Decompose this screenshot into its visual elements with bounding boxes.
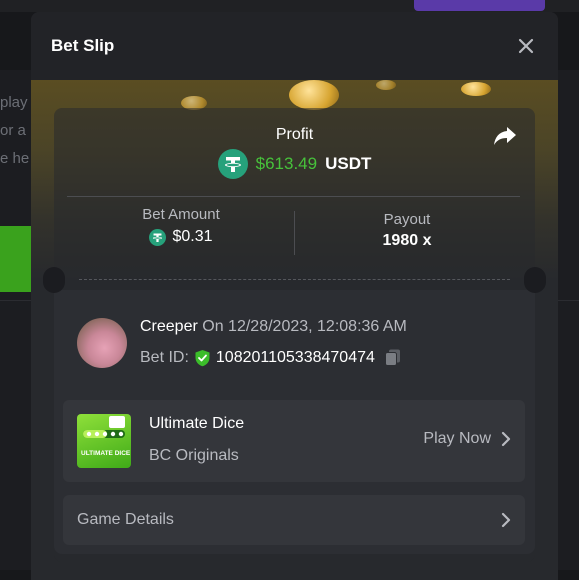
profit-row: $613.49 USDT — [31, 149, 558, 179]
verified-shield-icon — [195, 349, 210, 366]
copy-icon[interactable] — [384, 348, 402, 367]
bet-amount-stat: Bet Amount $0.31 — [91, 206, 271, 246]
bet-id-row: Bet ID: 108201105338470474 — [140, 348, 402, 367]
ticket-dashed-separator — [79, 279, 510, 280]
profit-label: Profit — [275, 126, 314, 143]
share-icon — [494, 127, 516, 145]
ticket-notch-left — [43, 267, 65, 293]
bet-amount-label: Bet Amount — [142, 206, 220, 223]
share-button[interactable] — [493, 125, 519, 147]
payout-value: 1980 x — [382, 232, 432, 249]
tether-icon — [217, 149, 248, 179]
game-details-label: Game Details — [77, 511, 174, 528]
play-now-button[interactable]: Play Now — [423, 430, 511, 448]
tether-icon — [149, 228, 167, 246]
background-text: e he — [0, 150, 30, 167]
bet-id-value: 108201105338470474 — [215, 348, 375, 366]
coin-decoration — [461, 82, 491, 96]
modal-title: Bet Slip — [51, 36, 115, 55]
chevron-right-icon — [501, 512, 511, 528]
profit-value: $613.49 — [255, 154, 318, 173]
game-details-row[interactable]: Game Details — [63, 495, 525, 545]
game-card[interactable]: ULTIMATE DICE Ultimate Dice BC Originals… — [63, 400, 525, 482]
divider — [294, 211, 295, 255]
background-button — [414, 0, 545, 11]
divider — [67, 196, 520, 197]
modal-header: Bet Slip — [31, 12, 558, 80]
close-icon — [518, 38, 534, 54]
background-text: play — [0, 94, 28, 111]
bet-amount-value-row: $0.31 — [91, 228, 271, 246]
game-thumbnail: ULTIMATE DICE — [77, 414, 131, 468]
user-line: Creeper On 12/28/2023, 12:08:36 AM — [140, 318, 407, 336]
bet-id-label: Bet ID: — [140, 348, 189, 366]
background-green-block — [0, 226, 31, 292]
username[interactable]: Creeper — [140, 318, 198, 335]
coin-decoration — [376, 80, 396, 90]
chevron-right-icon — [501, 431, 511, 447]
bet-slip-modal: Bet Slip Profit $613.49 USDT Bet Amount … — [31, 12, 558, 580]
avatar[interactable] — [77, 318, 127, 368]
close-button[interactable] — [514, 34, 538, 58]
bet-date: On 12/28/2023, 12:08:36 AM — [202, 318, 407, 335]
game-thumb-title: ULTIMATE DICE — [81, 450, 131, 457]
dice-game-logo: ULTIMATE DICE — [81, 416, 131, 457]
game-provider: BC Originals — [149, 447, 239, 464]
game-name: Ultimate Dice — [149, 415, 245, 432]
profit-currency: USDT — [325, 154, 372, 173]
coin-decoration — [289, 80, 339, 110]
payout-label: Payout — [383, 211, 431, 228]
ticket-notch-right — [524, 267, 546, 293]
bet-amount-value: $0.31 — [172, 228, 213, 245]
payout-stat: Payout 1980 x — [321, 211, 493, 250]
play-now-label: Play Now — [423, 430, 491, 447]
background-text: or a — [0, 122, 26, 139]
